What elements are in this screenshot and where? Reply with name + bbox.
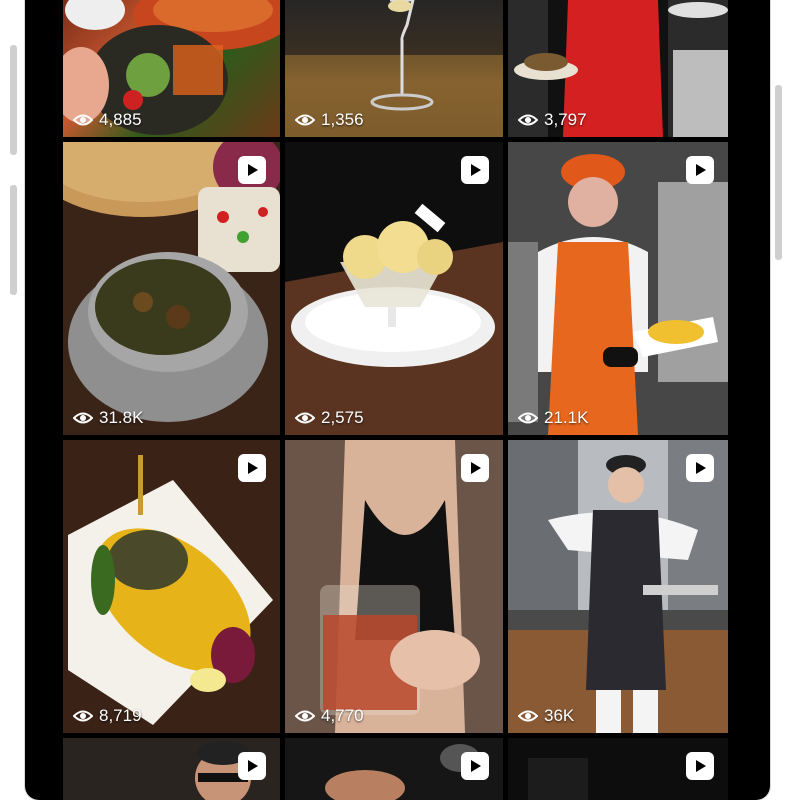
reel-play-icon [461,752,489,780]
reel-play-icon [461,156,489,184]
reel-play-icon [461,454,489,482]
view-count: 4,885 [73,110,142,130]
eye-icon [295,412,315,424]
post-tile[interactable]: 8,719 [63,440,280,733]
post-tile[interactable] [508,738,728,800]
view-count: 1,356 [295,110,364,130]
eye-icon [518,412,538,424]
saffron-rice-platter-photo [63,440,280,733]
reel-play-icon [238,454,266,482]
post-tile[interactable]: 2,575 [285,142,503,435]
post-tile[interactable]: 36K [508,440,728,733]
view-count: 4,770 [295,706,364,726]
view-count: 8,719 [73,706,142,726]
reel-play-icon [686,156,714,184]
chef-street-photo [508,440,728,733]
view-count-label: 2,575 [321,408,364,427]
phone-volume-up-button [10,45,17,155]
reel-play-icon [686,454,714,482]
stew-bowl-photo [63,142,280,422]
reel-play-icon [686,752,714,780]
eye-icon [518,710,538,722]
view-count-label: 36K [544,706,575,725]
chef-orange-apron-photo [508,142,728,435]
view-count-label: 3,797 [544,110,587,129]
reels-grid: 4,885 1,356 3,797 31.8K 2,575 21.1K 8,71… [63,0,728,800]
eye-icon [518,114,538,126]
view-count-label: 1,356 [321,110,364,129]
phone-volume-down-button [10,185,17,295]
view-count: 31.8K [73,408,143,428]
view-count-label: 4,885 [99,110,142,129]
eye-icon [295,710,315,722]
view-count: 2,575 [295,408,364,428]
post-tile[interactable]: 4,885 [63,0,280,137]
phone-power-button [775,85,782,260]
post-tile[interactable] [63,738,280,800]
view-count-label: 31.8K [99,408,144,427]
view-count-label: 4,770 [321,706,364,725]
view-count: 3,797 [518,110,587,130]
view-count-label: 8,719 [99,706,142,725]
eye-icon [295,114,315,126]
view-count: 36K [518,706,574,726]
reel-play-icon [238,752,266,780]
post-tile[interactable] [285,738,503,800]
post-tile[interactable]: 1,356 [285,0,503,137]
eye-icon [73,412,93,424]
ice-cream-dessert-photo [285,203,503,435]
post-tile[interactable]: 31.8K [63,142,280,435]
eye-icon [73,114,93,126]
view-count-label: 21.1K [544,408,589,427]
post-tile[interactable]: 3,797 [508,0,728,137]
post-tile[interactable]: 4,770 [285,440,503,733]
post-tile[interactable]: 21.1K [508,142,728,435]
eye-icon [73,710,93,722]
view-count: 21.1K [518,408,588,428]
phone-screen: 4,885 1,356 3,797 31.8K 2,575 21.1K 8,71… [25,0,770,800]
reel-play-icon [238,156,266,184]
iced-tea-glass-photo [285,440,503,733]
